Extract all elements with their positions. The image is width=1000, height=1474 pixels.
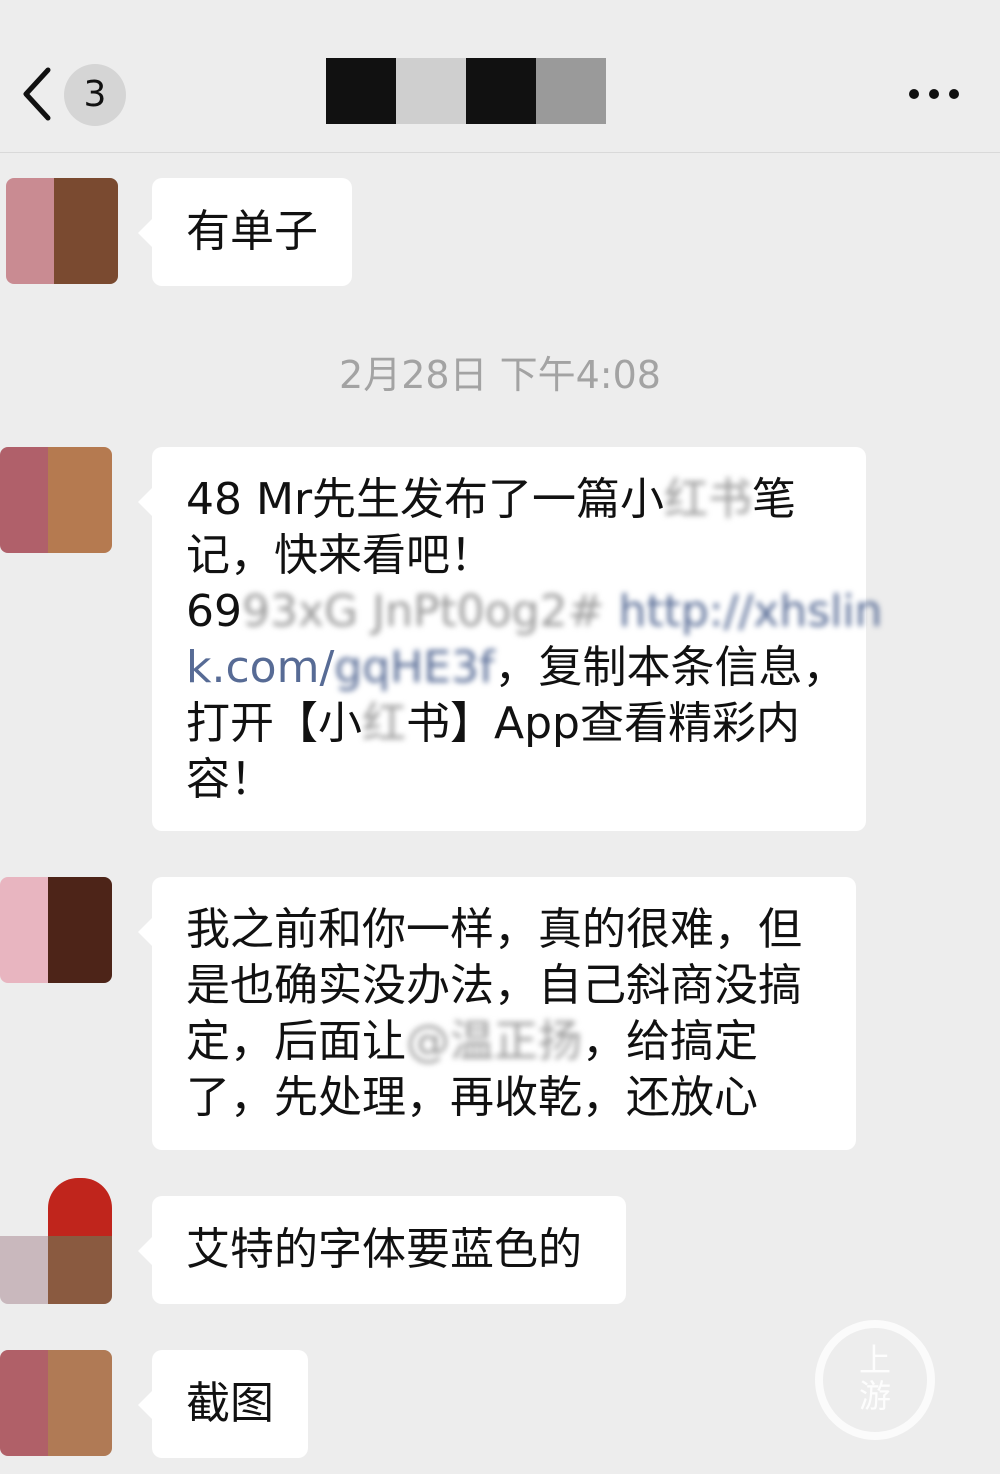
message-bubble[interactable]: 48 Mr先生发布了一篇小红书笔 记，快来看吧！ 6993xG JnPt0og2… (138, 447, 882, 831)
message-line: 容！ (186, 754, 274, 805)
redacted-text: 红书 (664, 474, 753, 525)
message-timestamp: 2月28日 下午4:08 (339, 353, 661, 397)
link-text[interactable]: k.com/ (186, 642, 334, 693)
message-bubble[interactable]: 截图 (138, 1350, 308, 1458)
message-line: 6993xG JnPt0og2# http://xhslin (186, 584, 882, 640)
chevron-left-icon (23, 67, 51, 121)
chat-title-redacted (326, 58, 606, 124)
message-bubble[interactable]: 我之前和你一样，真的很难，但 是也确实没办法，自己斜商没搞 定，后面让@温正扬，… (138, 877, 856, 1150)
message-text: 艾特的字体要蓝色的 (186, 1224, 582, 1275)
message-line: 记，快来看吧！ (186, 530, 494, 581)
message-text: 定，后面让 (186, 1016, 406, 1067)
message-bubble[interactable]: 艾特的字体要蓝色的 (138, 1196, 626, 1304)
message-text: 打开【小 (186, 698, 362, 749)
avatar[interactable] (6, 178, 118, 284)
message-line: 了，先处理，再收乾，还放心 (186, 1072, 758, 1123)
message-text: ，给搞定 (582, 1016, 758, 1067)
message-line: 打开【小红书】App查看精彩内 (186, 696, 866, 752)
message-line: 定，后面让@温正扬，给搞定 (186, 1014, 856, 1070)
message-text: 69 (186, 586, 242, 637)
more-dots-icon (909, 89, 959, 99)
link-text[interactable]: http://xhslin (618, 584, 882, 640)
more-button[interactable] (904, 74, 964, 114)
avatar[interactable] (0, 1178, 112, 1304)
unread-count-badge[interactable]: 3 (64, 64, 126, 126)
message-text: 48 Mr先生发布了一篇小 (186, 474, 665, 525)
redacted-mention: @温正扬 (406, 1016, 582, 1067)
message-line: k.com/gqHE3f，复制本条信息， (186, 640, 866, 696)
message-text: 有单子 (186, 206, 318, 257)
back-button[interactable] (18, 62, 58, 126)
message-line: 48 Mr先生发布了一篇小红书笔 (186, 472, 866, 528)
message-line: 是也确实没办法，自己斜商没搞 (186, 960, 802, 1011)
watermark-logo: 上 游 (815, 1320, 935, 1440)
message-line: 我之前和你一样，真的很难，但 (186, 904, 802, 955)
message-text: 截图 (186, 1378, 274, 1429)
message-bubble[interactable]: 有单子 (138, 178, 352, 286)
message-text: 书】App查看精彩内 (406, 698, 800, 749)
watermark-text: 上 (858, 1341, 891, 1379)
redacted-text: 93xG JnPt0og2# (242, 586, 605, 637)
redacted-link-text[interactable]: gqHE3f (334, 640, 494, 696)
navigation-bar: 3 (0, 0, 1000, 153)
redacted-text: 红 (362, 698, 406, 749)
message-text: 笔 (752, 474, 797, 525)
avatar[interactable] (0, 447, 112, 553)
avatar[interactable] (0, 1350, 112, 1456)
watermark-text: 游 (858, 1377, 891, 1415)
avatar[interactable] (0, 877, 112, 983)
message-text: ，复制本条信息， (494, 642, 847, 693)
